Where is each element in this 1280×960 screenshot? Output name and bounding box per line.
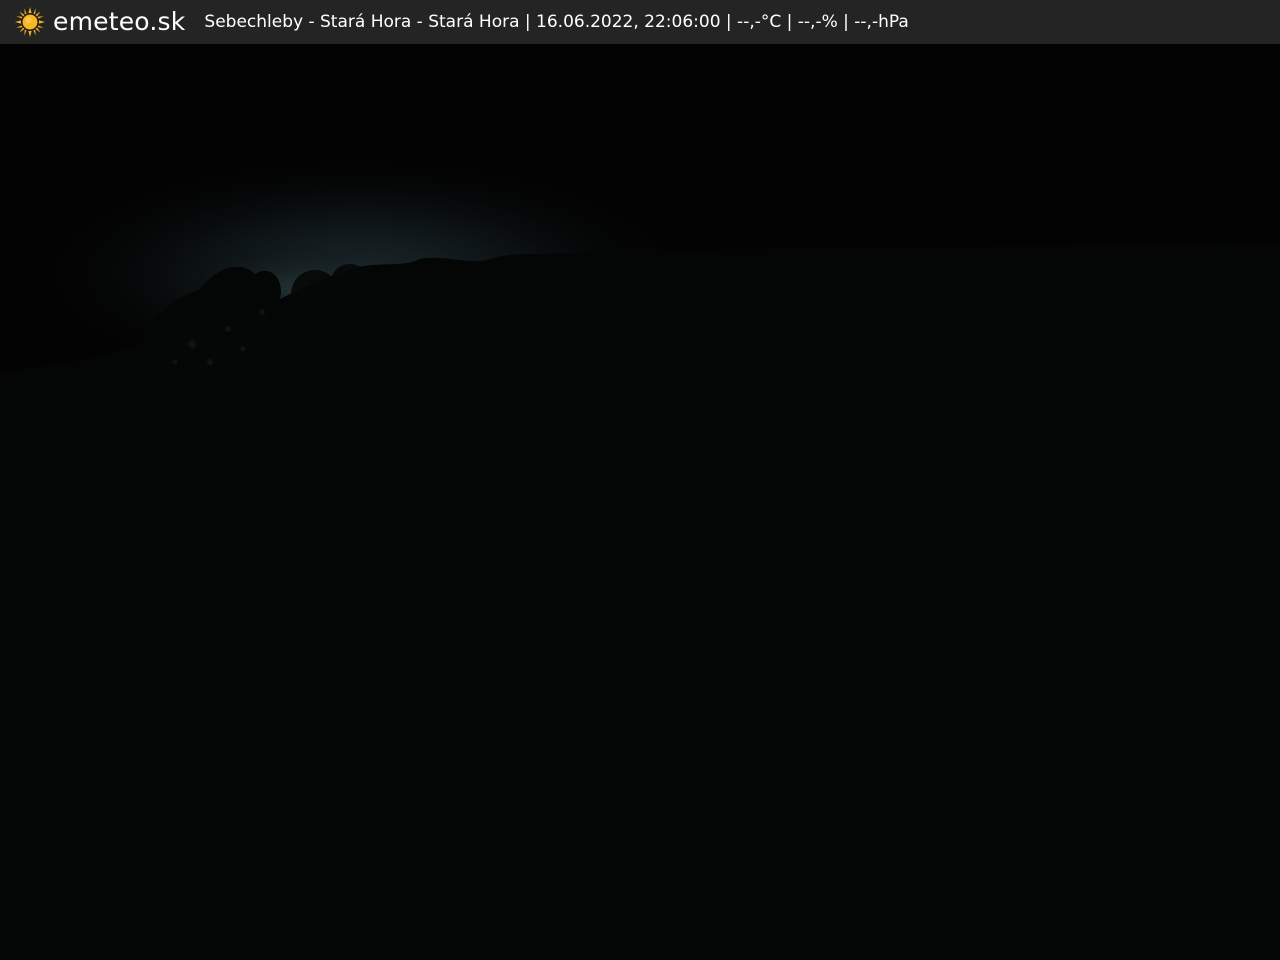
webcam-frame: emeteo.sk Sebechleby - Stará Hora - Star… <box>0 0 1280 960</box>
logo-text: emeteo.sk <box>53 7 186 36</box>
info-bar: emeteo.sk Sebechleby - Stará Hora - Star… <box>0 0 1280 44</box>
emeteo-logo[interactable]: emeteo.sk <box>14 0 185 44</box>
night-landscape <box>0 44 1280 960</box>
sun-icon <box>15 7 45 37</box>
webcam-image <box>0 44 1280 960</box>
station-caption: Sebechleby - Stará Hora - Stará Hora | 1… <box>204 12 909 32</box>
